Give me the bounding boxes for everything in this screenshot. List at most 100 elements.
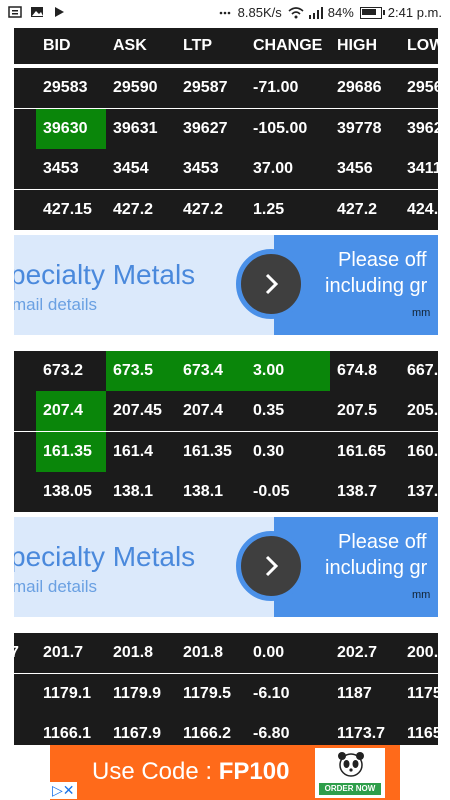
ad-text-line2: including gr (325, 557, 428, 579)
table-cell: 673.2 (43, 362, 84, 379)
table-cell: 202.7 (337, 644, 378, 661)
play-icon (52, 6, 66, 18)
table-cell: 3456 (337, 160, 373, 177)
table-cell: 138.1 (113, 483, 154, 500)
header-ltp[interactable]: LTP (176, 28, 246, 64)
table-cell: 3453 (183, 160, 219, 177)
ad-text-line1: Please off (338, 531, 427, 553)
table-cell: 29566 (407, 79, 438, 96)
clock: 2:41 p.m. (387, 5, 442, 20)
notification-icon (8, 6, 22, 18)
table-cell: -71.00 (253, 79, 299, 96)
table-row[interactable]: 1179.1 1179.9 1179.5 -6.10 1187 1175 (14, 674, 438, 714)
table-cell: 138.1 (183, 483, 224, 500)
header-low[interactable]: LOW (400, 28, 438, 64)
table-cell: 1179.1 (43, 685, 92, 702)
table-cell: 138.7 (337, 483, 378, 500)
panda-icon (338, 752, 364, 777)
ad-banner[interactable]: pecialty Metals mail details Please off … (14, 517, 438, 617)
ad-text-small: mm (412, 589, 431, 601)
table-cell: 674.8 (337, 362, 378, 379)
table-cell: 673.4 (176, 351, 246, 391)
table-cell: 3.00 (246, 351, 330, 391)
table-row[interactable]: 39630 39631 39627 -105.00 39778 39620 (14, 109, 438, 149)
table-row[interactable]: 673.2 673.5673.43.00 674.8 667.3 (14, 351, 438, 391)
ad-title: pecialty Metals (14, 259, 196, 290)
table-cell: 424.1 (407, 201, 438, 218)
table-cell: -6.80 (253, 725, 290, 742)
table-cell: 0.35 (253, 402, 285, 419)
table-cell: 1167.9 (113, 725, 162, 742)
ad-choices-icon[interactable]: ▷✕ (50, 782, 77, 799)
table-cell: 29583 (43, 79, 88, 96)
table-cell: 3411 (407, 160, 438, 177)
battery-percent: 84% (327, 5, 354, 20)
header-high[interactable]: HIGH (330, 28, 400, 64)
table-header: BID ASK LTP CHANGE HIGH LOW (14, 28, 438, 64)
table-cell: 39627 (183, 120, 228, 137)
order-now-button[interactable]: ORDER NOW (319, 783, 381, 795)
table-cell: 138.05 (43, 483, 92, 500)
table-cell: 207.4 (36, 391, 106, 431)
market-watch-table[interactable]: BID ASK LTP CHANGE HIGH LOW 29583 29590 29… (14, 28, 438, 745)
table-cell: 161.65 (337, 443, 386, 460)
table-cell: 205.5 (407, 402, 438, 419)
table-cell: 201.7 (43, 644, 84, 661)
table-cell: 1166.2 (183, 725, 232, 742)
table-cell: -105.00 (253, 120, 308, 137)
table-cell: 673.5 (106, 351, 176, 391)
table-cell: 29587 (183, 79, 228, 96)
image-icon (30, 6, 44, 18)
table-cell: 39631 (113, 120, 158, 137)
ad-arrow-button[interactable] (236, 531, 306, 601)
header-change[interactable]: CHANGE (246, 28, 330, 64)
ad-text-line1: Please off (338, 249, 427, 271)
table-cell: 201.8 (113, 644, 154, 661)
promo-code: FP100 (218, 758, 290, 785)
table-cell: 3454 (113, 160, 149, 177)
table-cell: 427.2 (337, 201, 378, 218)
table-cell: 201.8 (183, 644, 224, 661)
ad-arrow-button[interactable] (236, 249, 306, 319)
table-row[interactable]: 207.4 207.45 207.4 0.35 207.5 205.5 (14, 391, 438, 431)
table-cell: 39778 (337, 120, 382, 137)
table-cell: 1179.9 (113, 685, 162, 702)
table-cell: 1173.7 (337, 725, 386, 742)
ad-title: pecialty Metals (14, 541, 196, 572)
table-cell: 1179.5 (183, 685, 232, 702)
table-cell: 161.35 (36, 432, 106, 472)
table-row[interactable]: 427.15 427.2 427.2 1.25 427.2 424.1 (14, 190, 438, 230)
table-cell: 207.5 (337, 402, 378, 419)
ad-banner[interactable]: pecialty Metals mail details Please off … (14, 235, 438, 335)
table-row[interactable]: 138.05 138.1 138.1 -0.05 138.7 137.7 (14, 472, 438, 512)
ad-text-small: mm (412, 307, 431, 319)
header-ask[interactable]: ASK (106, 28, 176, 64)
header-bid[interactable]: BID (36, 28, 106, 64)
bottom-banner-ad[interactable]: Use Code : FP100 ORDER NOW (50, 745, 400, 800)
table-row[interactable]: 7201.7201.8201.80.00202.7200.5 (14, 633, 438, 673)
table-cell: 427.2 (183, 201, 224, 218)
table-cell: 1.25 (253, 201, 285, 218)
net-speed: 8.85K/s (237, 5, 282, 20)
table-row[interactable]: 3453 3454 3453 37.00 3456 3411 (14, 149, 438, 189)
ad-subtitle: mail details (14, 577, 98, 596)
table-cell: 29590 (113, 79, 158, 96)
brand-logo: ORDER NOW (315, 748, 385, 798)
table-cell: 29686 (337, 79, 382, 96)
table-cell: 37.00 (253, 160, 294, 177)
table-cell: 427.15 (43, 201, 92, 218)
battery-icon (359, 6, 385, 19)
table-row[interactable]: 29583 29590 29587 -71.00 29686 29566 (14, 68, 438, 108)
table-cell: 137.7 (407, 483, 438, 500)
status-bar: 8.85K/s 84% 2:41 p.m. (0, 0, 450, 28)
table-cell: 161.35 (183, 443, 232, 460)
table-cell: 667.3 (407, 362, 438, 379)
table-cell: 1187 (337, 685, 372, 702)
table-cell: 200.5 (407, 644, 438, 661)
table-cell: 161.4 (113, 443, 154, 460)
wifi-icon (288, 6, 304, 19)
table-row[interactable]: 161.35 161.4 161.35 0.30 161.65 160.5 (14, 432, 438, 472)
table-row[interactable]: 1166.1 1167.9 1166.2 -6.80 1173.7 1165 (14, 714, 438, 745)
more-icon (218, 7, 232, 19)
table-cell: 207.45 (113, 402, 162, 419)
